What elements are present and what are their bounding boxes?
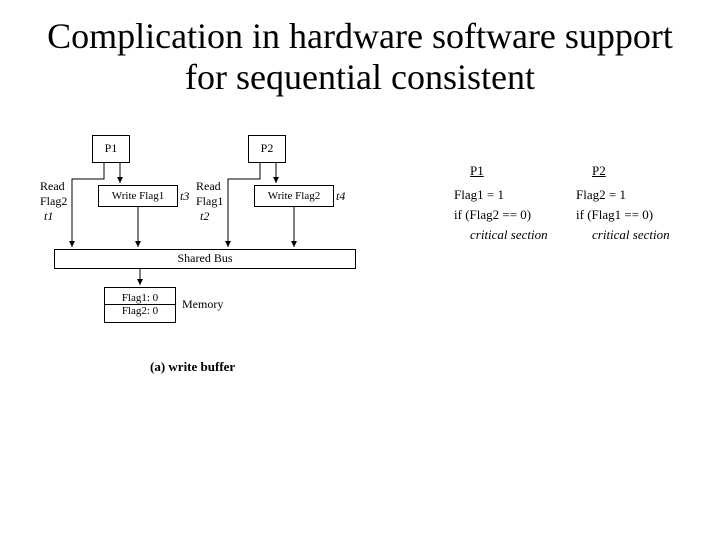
read-flag1-line2: Flag1 xyxy=(196,194,223,209)
code-p1-line2: if (Flag2 == 0) xyxy=(454,207,531,223)
code-p1-line3: critical section xyxy=(470,227,548,243)
time-t3: t3 xyxy=(180,189,189,204)
code-heading-p1: P1 xyxy=(470,163,484,179)
shared-bus: Shared Bus xyxy=(54,249,356,269)
time-t4: t4 xyxy=(336,189,345,204)
code-p2-line2: if (Flag1 == 0) xyxy=(576,207,653,223)
code-p2-line1: Flag2 = 1 xyxy=(576,187,626,203)
diagram-caption: (a) write buffer xyxy=(150,359,235,375)
processor-p2: P2 xyxy=(248,135,286,163)
processor-p1: P1 xyxy=(92,135,130,163)
time-t1: t1 xyxy=(44,209,53,224)
memory-box: Flag1: 0 Flag2: 0 xyxy=(104,287,176,323)
read-flag1-label: Read Flag1 xyxy=(196,179,223,209)
write-buffer-1: Write Flag1 xyxy=(98,185,178,207)
diagram-stage: P1 P2 Read Flag2 t1 Read Flag1 t2 Write … xyxy=(0,99,720,519)
memory-flag2: Flag2: 0 xyxy=(105,305,175,317)
read-flag2-line1: Read xyxy=(40,179,67,194)
page-title: Complication in hardware software suppor… xyxy=(0,0,720,99)
time-t2: t2 xyxy=(200,209,209,224)
memory-label: Memory xyxy=(182,297,223,312)
code-p2-line3: critical section xyxy=(592,227,670,243)
code-p1-line1: Flag1 = 1 xyxy=(454,187,504,203)
read-flag1-line1: Read xyxy=(196,179,223,194)
read-flag2-label: Read Flag2 xyxy=(40,179,67,209)
code-heading-p2: P2 xyxy=(592,163,606,179)
memory-flag1: Flag1: 0 xyxy=(105,292,175,305)
read-flag2-line2: Flag2 xyxy=(40,194,67,209)
write-buffer-2: Write Flag2 xyxy=(254,185,334,207)
